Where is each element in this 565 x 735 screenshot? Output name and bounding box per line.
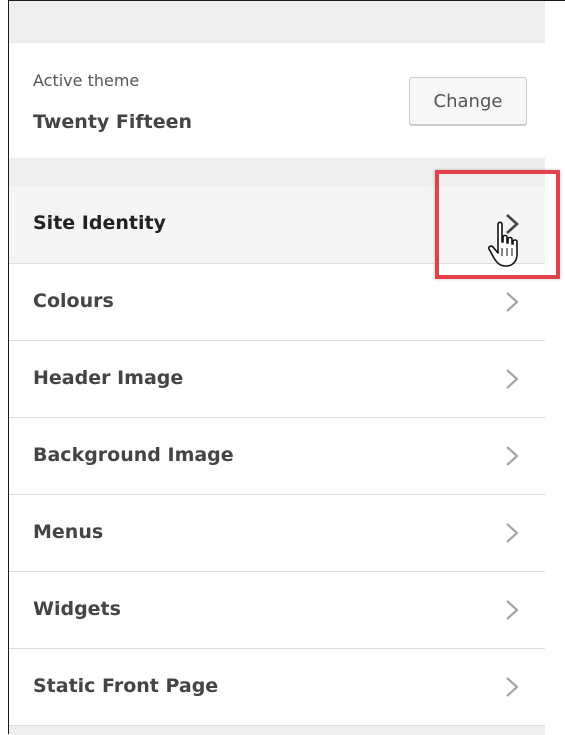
chevron-right-icon[interactable] bbox=[501, 673, 523, 701]
hand-pointer-icon bbox=[488, 221, 518, 267]
change-theme-button[interactable]: Change bbox=[409, 77, 527, 125]
menu-item-label: Widgets bbox=[33, 598, 121, 620]
menu-item-label: Background Image bbox=[33, 444, 234, 466]
menu-item-static-front-page[interactable]: Static Front Page bbox=[9, 649, 545, 726]
menu-item-label: Header Image bbox=[33, 367, 184, 389]
active-theme-name: Twenty Fifteen bbox=[33, 111, 193, 133]
customizer-panel: Active theme Twenty Fifteen Change Site … bbox=[9, 1, 545, 735]
menu-item-menus[interactable]: Menus bbox=[9, 495, 545, 572]
chevron-right-icon[interactable] bbox=[501, 442, 523, 470]
menu-item-header-image[interactable]: Header Image bbox=[9, 341, 545, 418]
panel-top-strip bbox=[9, 1, 545, 43]
chevron-right-icon[interactable] bbox=[501, 519, 523, 547]
menu-item-background-image[interactable]: Background Image bbox=[9, 418, 545, 495]
active-theme-label: Active theme bbox=[33, 71, 140, 90]
menu-item-label: Static Front Page bbox=[33, 675, 219, 697]
menu-item-widgets[interactable]: Widgets bbox=[9, 572, 545, 649]
menu-item-label: Menus bbox=[33, 521, 104, 543]
chevron-right-icon[interactable] bbox=[501, 596, 523, 624]
active-theme-section: Active theme Twenty Fifteen Change bbox=[9, 43, 545, 158]
customizer-screenshot: Active theme Twenty Fifteen Change Site … bbox=[0, 0, 565, 735]
menu-item-label: Colours bbox=[33, 290, 114, 312]
chevron-right-icon[interactable] bbox=[501, 365, 523, 393]
chevron-right-icon[interactable] bbox=[501, 288, 523, 316]
menu-item-label: Site Identity bbox=[33, 212, 166, 234]
